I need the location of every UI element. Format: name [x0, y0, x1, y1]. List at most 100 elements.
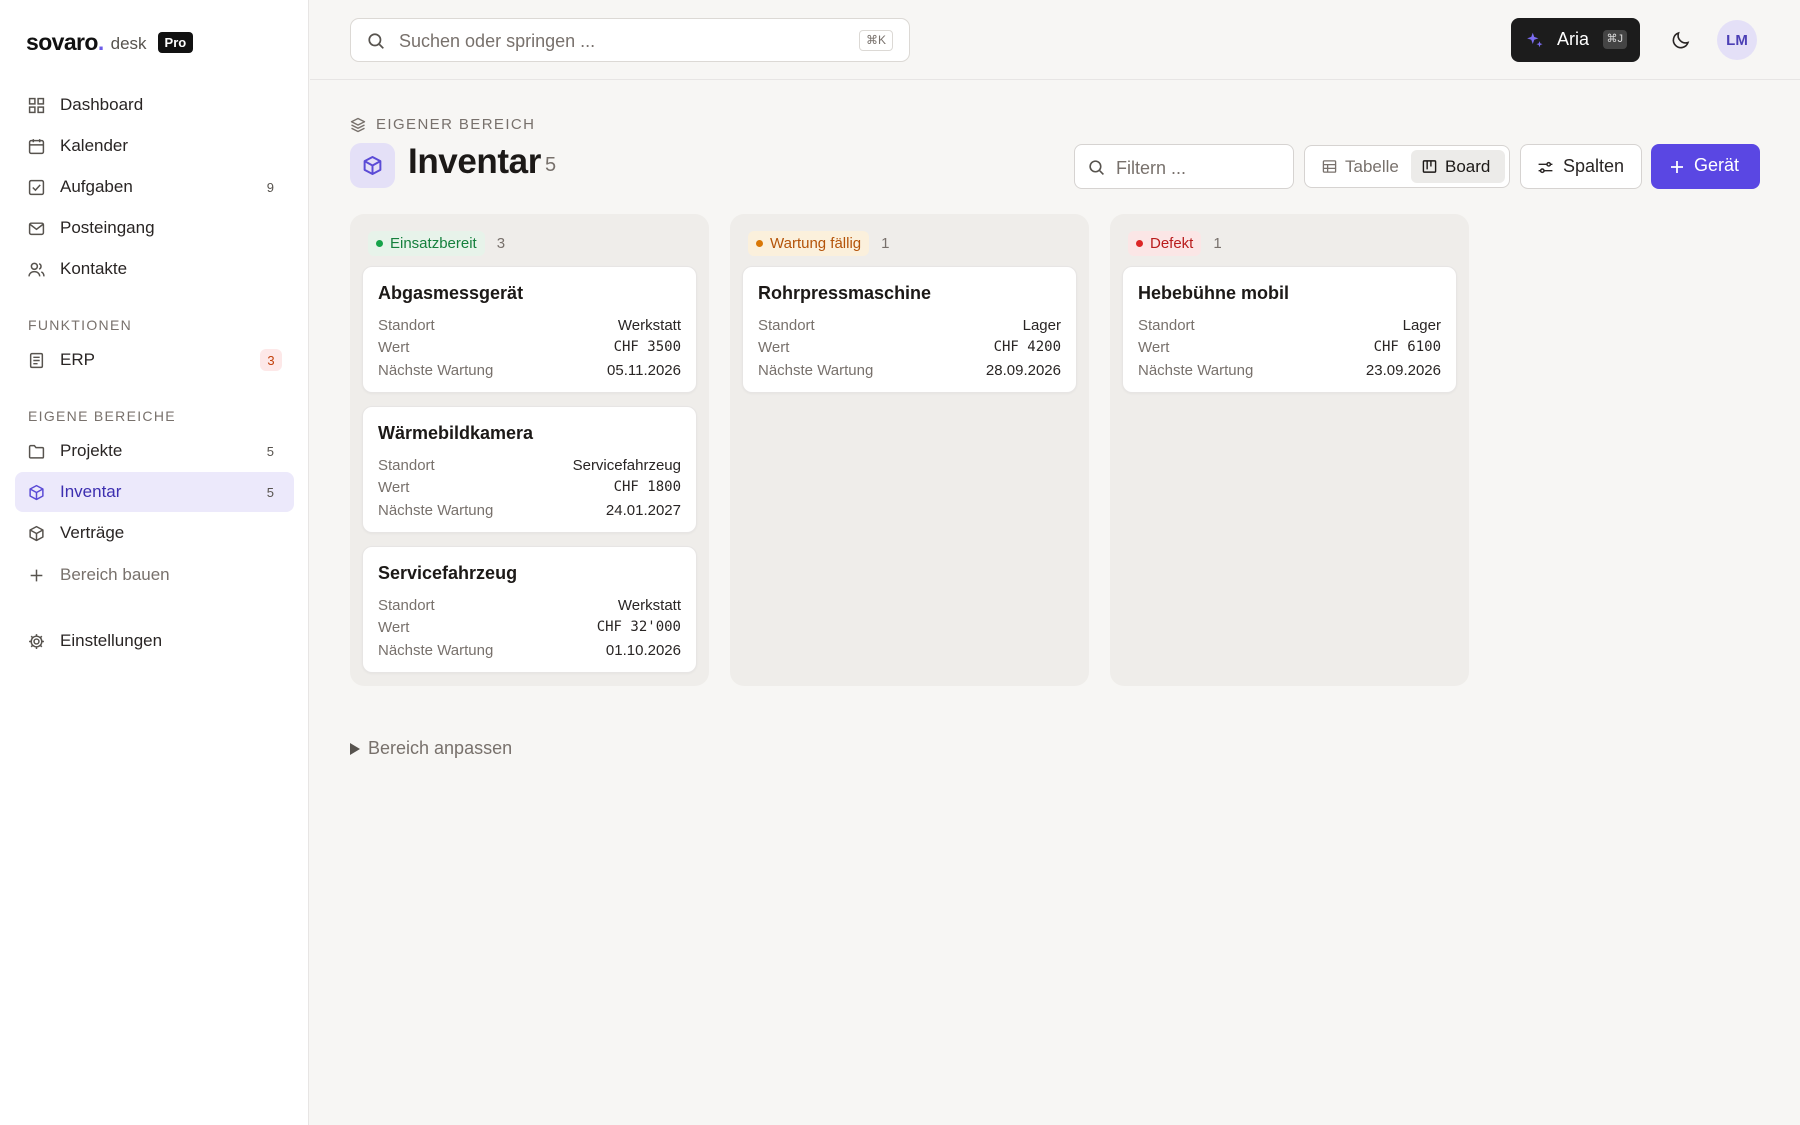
assistant-button[interactable]: Aria ⌘J	[1511, 18, 1640, 62]
moon-icon[interactable]	[1669, 28, 1693, 52]
field-label: Standort	[378, 317, 435, 334]
card-field-location: Standort Werkstatt	[378, 597, 681, 617]
build-area-button[interactable]: Bereich bauen	[15, 555, 294, 595]
sidebar-item-aufgaben[interactable]: Aufgaben 9	[15, 167, 294, 207]
sidebar-item-dashboard[interactable]: Dashboard	[15, 85, 294, 125]
inventory-count: 5	[266, 484, 274, 500]
breadcrumb-label: EIGENER BEREICH	[376, 116, 536, 133]
field-label: Nächste Wartung	[378, 362, 494, 379]
column-header: Einsatzbereit 3	[368, 231, 505, 256]
field-value: CHF 1800	[613, 479, 681, 495]
logo[interactable]: sovaro. desk Pro	[26, 28, 194, 55]
field-value: Servicefahrzeug	[572, 457, 681, 474]
breadcrumb: EIGENER BEREICH	[350, 116, 535, 133]
box-icon	[29, 484, 44, 501]
board-column-wartung-faellig: Wartung fällig 1 Rohrpressmaschine Stand…	[730, 214, 1089, 686]
sidebar-item-label: ERP	[60, 350, 95, 369]
layers-icon	[350, 117, 366, 132]
device-card[interactable]: Servicefahrzeug Standort Werkstatt Wert CH…	[362, 546, 697, 673]
erp-badge: 3	[260, 349, 282, 371]
status-label: Wartung fällig	[770, 235, 862, 252]
field-value: Lager	[1402, 317, 1441, 334]
column-count: 1	[881, 235, 890, 252]
box-icon	[29, 525, 44, 542]
sidebar-item-label: Kalender	[60, 136, 129, 155]
card-field-maintenance: Nächste Wartung 28.09.2026	[758, 362, 1061, 382]
field-value: Lager	[1022, 317, 1061, 334]
card-title: Hebebühne mobil	[1138, 283, 1290, 303]
sidebar-item-label: Kontakte	[60, 259, 128, 278]
filter-input[interactable]: Filtern ...	[1074, 144, 1294, 189]
column-header: Defekt 1	[1128, 231, 1222, 256]
card-field-value: Wert CHF 1800	[378, 479, 681, 499]
device-card[interactable]: Rohrpressmaschine Standort Lager Wert CHF …	[742, 266, 1077, 393]
field-label: Standort	[758, 317, 815, 334]
card-field-maintenance: Nächste Wartung 23.09.2026	[1138, 362, 1441, 382]
add-device-label: Gerät	[1694, 155, 1740, 175]
sidebar-item-erp[interactable]: ERP 3	[15, 340, 294, 380]
add-device-button[interactable]: Gerät	[1651, 144, 1760, 189]
sidebar-item-label: Projekte	[60, 441, 123, 460]
sidebar-item-kalender[interactable]: Kalender	[15, 126, 294, 166]
brand-name: sovaro.	[26, 28, 104, 55]
status-dot	[1136, 240, 1143, 247]
assistant-label: Aria	[1557, 29, 1590, 49]
device-card[interactable]: Abgasmessgerät Standort Werkstatt Wert CHF…	[362, 266, 697, 393]
avatar[interactable]: LM	[1717, 20, 1757, 60]
grid-icon	[28, 97, 45, 114]
assistant-shortcut: ⌘J	[1602, 30, 1627, 49]
board-view-label: Board	[1445, 156, 1491, 176]
board-column-defekt: Defekt 1 Hebebühne mobil Standort Lager W…	[1110, 214, 1469, 686]
field-label: Wert	[758, 339, 790, 356]
field-label: Nächste Wartung	[758, 362, 874, 379]
status-dot	[756, 240, 763, 247]
page-icon	[350, 143, 395, 188]
card-field-location: Standort Werkstatt	[378, 317, 681, 337]
status-label: Defekt	[1150, 235, 1194, 252]
sidebar-item-label: Bereich bauen	[60, 565, 170, 584]
device-card[interactable]: Wärmebildkamera Standort Servicefahrzeug …	[362, 406, 697, 533]
customize-area-label: Bereich anpassen	[368, 738, 513, 758]
calendar-icon	[28, 139, 45, 155]
device-card[interactable]: Hebebühne mobil Standort Lager Wert CHF 61…	[1122, 266, 1457, 393]
sidebar-item-kontakte[interactable]: Kontakte	[15, 249, 294, 289]
board-view-button[interactable]: Board	[1411, 150, 1505, 183]
kanban-icon	[1422, 160, 1437, 173]
sidebar-item-inventar[interactable]: Inventar 5	[15, 472, 294, 512]
sidebar-item-projekte[interactable]: Projekte 5	[15, 431, 294, 471]
card-title: Abgasmessgerät	[378, 283, 524, 303]
field-value: 28.09.2026	[985, 362, 1061, 379]
columns-label: Spalten	[1563, 156, 1625, 176]
field-value: 05.11.2026	[607, 362, 681, 379]
card-field-value: Wert CHF 3500	[378, 339, 681, 359]
field-value: CHF 4200	[993, 339, 1061, 355]
customize-area-toggle[interactable]: Bereich anpassen	[350, 738, 512, 759]
status-badge: Einsatzbereit	[368, 231, 485, 256]
status-dot	[376, 240, 383, 247]
field-label: Standort	[378, 457, 435, 474]
sidebar-item-posteingang[interactable]: Posteingang	[15, 208, 294, 248]
table-view-label: Tabelle	[1345, 156, 1399, 176]
field-value: Werkstatt	[617, 317, 681, 334]
field-value: CHF 3500	[613, 339, 681, 355]
board-column-einsatzbereit: Einsatzbereit 3 Abgasmessgerät Standort W…	[350, 214, 709, 686]
view-toggle: Tabelle Board	[1304, 145, 1510, 188]
column-count: 3	[496, 235, 506, 252]
columns-button[interactable]: Spalten	[1520, 144, 1642, 189]
box-icon	[363, 155, 382, 176]
top-bar: Suchen oder springen ... ⌘K Aria ⌘J LM	[310, 0, 1800, 80]
item-count: 5	[545, 154, 557, 176]
sidebar-item-vertraege[interactable]: Verträge	[15, 513, 294, 553]
caret-right-icon	[350, 742, 360, 755]
sidebar-item-einstellungen[interactable]: Einstellungen	[15, 621, 294, 661]
field-label: Standort	[378, 597, 435, 614]
sidebar-item-label: Aufgaben	[60, 177, 133, 196]
gear-icon	[29, 634, 44, 649]
project-count: 5	[266, 443, 274, 459]
card-title: Wärmebildkamera	[378, 423, 534, 443]
field-label: Wert	[378, 339, 410, 356]
section-title-areas: EIGENE BEREICHE	[28, 408, 176, 424]
table-view-button[interactable]: Tabelle	[1311, 150, 1409, 183]
global-search-input[interactable]: Suchen oder springen ... ⌘K	[350, 18, 910, 62]
page-title: Inventar	[408, 142, 541, 181]
